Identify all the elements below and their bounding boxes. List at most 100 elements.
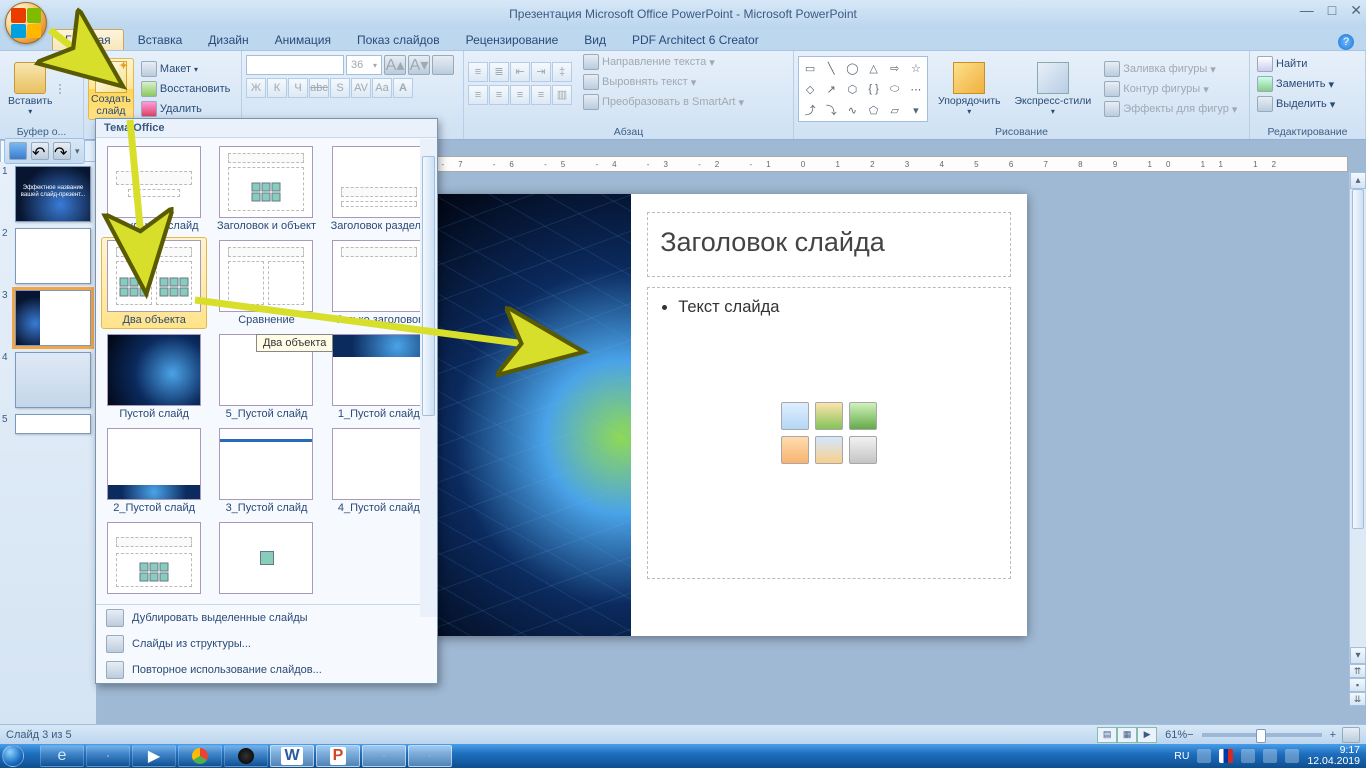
- taskbar-word[interactable]: W: [270, 745, 314, 767]
- minimize-button[interactable]: —: [1300, 2, 1314, 19]
- font-family-combo[interactable]: [246, 55, 344, 75]
- new-slide-button[interactable]: ✦ Создать слайд: [88, 58, 134, 120]
- indent-dec-button[interactable]: ⇤: [510, 62, 530, 82]
- content-insert-icons[interactable]: [781, 402, 877, 464]
- find-button[interactable]: Найти: [1254, 55, 1361, 73]
- align-text-button[interactable]: Выровнять текст ▾: [580, 73, 747, 91]
- indent-inc-button[interactable]: ⇥: [531, 62, 551, 82]
- format-painter-icon[interactable]: [59, 92, 61, 94]
- tab-review[interactable]: Рецензирование: [454, 30, 571, 50]
- underline-button[interactable]: Ч: [288, 78, 308, 98]
- tab-insert[interactable]: Вставка: [126, 30, 195, 50]
- insert-media-icon[interactable]: [849, 436, 877, 464]
- duplicate-slides-item[interactable]: Дублировать выделенные слайды: [96, 605, 437, 631]
- insert-clipart-icon[interactable]: [815, 436, 843, 464]
- zoom-slider[interactable]: [1202, 733, 1322, 737]
- strike-button[interactable]: abc: [309, 78, 329, 98]
- tray-show-hidden-icon[interactable]: [1197, 749, 1211, 763]
- convert-smartart-button[interactable]: Преобразовать в SmartArt ▾: [580, 93, 747, 111]
- slide-thumb-4[interactable]: [15, 352, 91, 408]
- copy-icon[interactable]: [59, 88, 61, 90]
- insert-smartart-icon[interactable]: [849, 402, 877, 430]
- bold-button[interactable]: Ж: [246, 78, 266, 98]
- shape-fill-button[interactable]: Заливка фигуры ▾: [1101, 60, 1240, 78]
- tab-slideshow[interactable]: Показ слайдов: [345, 30, 452, 50]
- columns-button[interactable]: ▥: [552, 85, 572, 105]
- taskbar-ie[interactable]: e: [40, 745, 84, 767]
- paste-button[interactable]: Вставить ▾: [4, 60, 57, 118]
- delete-slide-button[interactable]: Удалить: [138, 100, 233, 118]
- next-slide-icon[interactable]: ⇊: [1349, 692, 1366, 706]
- vertical-scrollbar[interactable]: ▴ ▾: [1349, 172, 1366, 664]
- taskbar-app2[interactable]: [362, 745, 406, 767]
- numbering-button[interactable]: ≣: [489, 62, 509, 82]
- tray-network-icon[interactable]: [1241, 749, 1255, 763]
- save-icon[interactable]: [9, 142, 27, 160]
- zoom-out-button[interactable]: −: [1187, 729, 1193, 741]
- layout-extra-1[interactable]: [102, 520, 206, 598]
- tray-clock[interactable]: 9:17 12.04.2019: [1307, 745, 1360, 767]
- layout-extra-2[interactable]: [214, 520, 318, 598]
- tray-action-icon[interactable]: [1285, 749, 1299, 763]
- replace-button[interactable]: Заменить ▾: [1254, 75, 1361, 93]
- tab-home[interactable]: Главная: [52, 29, 124, 50]
- shape-outline-button[interactable]: Контур фигуры ▾: [1101, 80, 1240, 98]
- insert-chart-icon[interactable]: [815, 402, 843, 430]
- shrink-font-icon[interactable]: A▾: [408, 55, 430, 75]
- layout-section-header[interactable]: Заголовок раздела: [327, 144, 431, 234]
- spacing-button[interactable]: AV: [351, 78, 371, 98]
- slides-from-outline-item[interactable]: Слайды из структуры...: [96, 631, 437, 657]
- nav-menu-icon[interactable]: ▪: [1349, 678, 1366, 692]
- text-direction-button[interactable]: Направление текста ▾: [580, 53, 747, 71]
- case-button[interactable]: Aa: [372, 78, 392, 98]
- layout-title-only[interactable]: Только заголовок: [327, 238, 431, 328]
- bullets-button[interactable]: ≡: [468, 62, 488, 82]
- reset-button[interactable]: Восстановить: [138, 80, 233, 98]
- layout-3-blank[interactable]: 3_Пустой слайд: [214, 426, 318, 516]
- taskbar-pictures[interactable]: [408, 745, 452, 767]
- quick-styles-button[interactable]: Экспресс-стили▾: [1010, 60, 1095, 118]
- layout-button[interactable]: Макет ▾: [138, 60, 233, 78]
- insert-picture-icon[interactable]: [781, 436, 809, 464]
- taskbar-chrome[interactable]: [178, 745, 222, 767]
- tab-animation[interactable]: Анимация: [263, 30, 343, 50]
- slide-thumb-3[interactable]: [15, 290, 91, 346]
- taskbar-powerpoint[interactable]: P: [316, 745, 360, 767]
- justify-button[interactable]: ≡: [531, 85, 551, 105]
- clear-format-icon[interactable]: [432, 55, 454, 75]
- align-left-button[interactable]: ≡: [468, 85, 488, 105]
- redo-icon[interactable]: ↷: [53, 142, 71, 160]
- title-placeholder[interactable]: Заголовок слайда: [647, 212, 1010, 277]
- close-button[interactable]: ✕: [1350, 2, 1362, 19]
- tab-view[interactable]: Вид: [572, 30, 618, 50]
- layout-1-blank[interactable]: 1_Пустой слайд: [327, 332, 431, 422]
- undo-icon[interactable]: ↶: [31, 142, 49, 160]
- layout-comparison[interactable]: Сравнение: [214, 238, 318, 328]
- shadow-button[interactable]: S: [330, 78, 350, 98]
- layout-title-slide[interactable]: Титульный слайд: [102, 144, 206, 234]
- grow-font-icon[interactable]: A▴: [384, 55, 406, 75]
- align-center-button[interactable]: ≡: [489, 85, 509, 105]
- italic-button[interactable]: К: [267, 78, 287, 98]
- taskbar-app1[interactable]: [224, 745, 268, 767]
- taskbar-explorer[interactable]: [86, 745, 130, 767]
- reuse-slides-item[interactable]: Повторное использование слайдов...: [96, 657, 437, 683]
- taskbar-wmp[interactable]: ▶: [132, 745, 176, 767]
- layout-two-content[interactable]: Два объекта: [101, 237, 207, 329]
- help-button[interactable]: ?: [1338, 34, 1354, 50]
- content-placeholder[interactable]: Текст слайда: [647, 287, 1010, 579]
- slide-canvas[interactable]: Заголовок слайда Текст слайда: [437, 194, 1027, 636]
- layout-2-blank[interactable]: 2_Пустой слайд: [102, 426, 206, 516]
- tray-flag-icon[interactable]: [1219, 749, 1233, 763]
- font-color-button[interactable]: A: [393, 78, 413, 98]
- tray-lang[interactable]: RU: [1174, 750, 1189, 762]
- slide-thumb-5[interactable]: [15, 414, 91, 434]
- slide-nav-buttons[interactable]: ⇈ ▪ ⇊: [1349, 664, 1366, 706]
- arrange-button[interactable]: Упорядочить▾: [934, 60, 1004, 118]
- tray-volume-icon[interactable]: [1263, 749, 1277, 763]
- zoom-percent[interactable]: 61%: [1165, 729, 1187, 741]
- sorter-view-button[interactable]: ▦: [1117, 727, 1137, 743]
- maximize-button[interactable]: □: [1328, 2, 1336, 19]
- start-button[interactable]: [2, 744, 38, 768]
- layout-4-blank[interactable]: 4_Пустой слайд: [327, 426, 431, 516]
